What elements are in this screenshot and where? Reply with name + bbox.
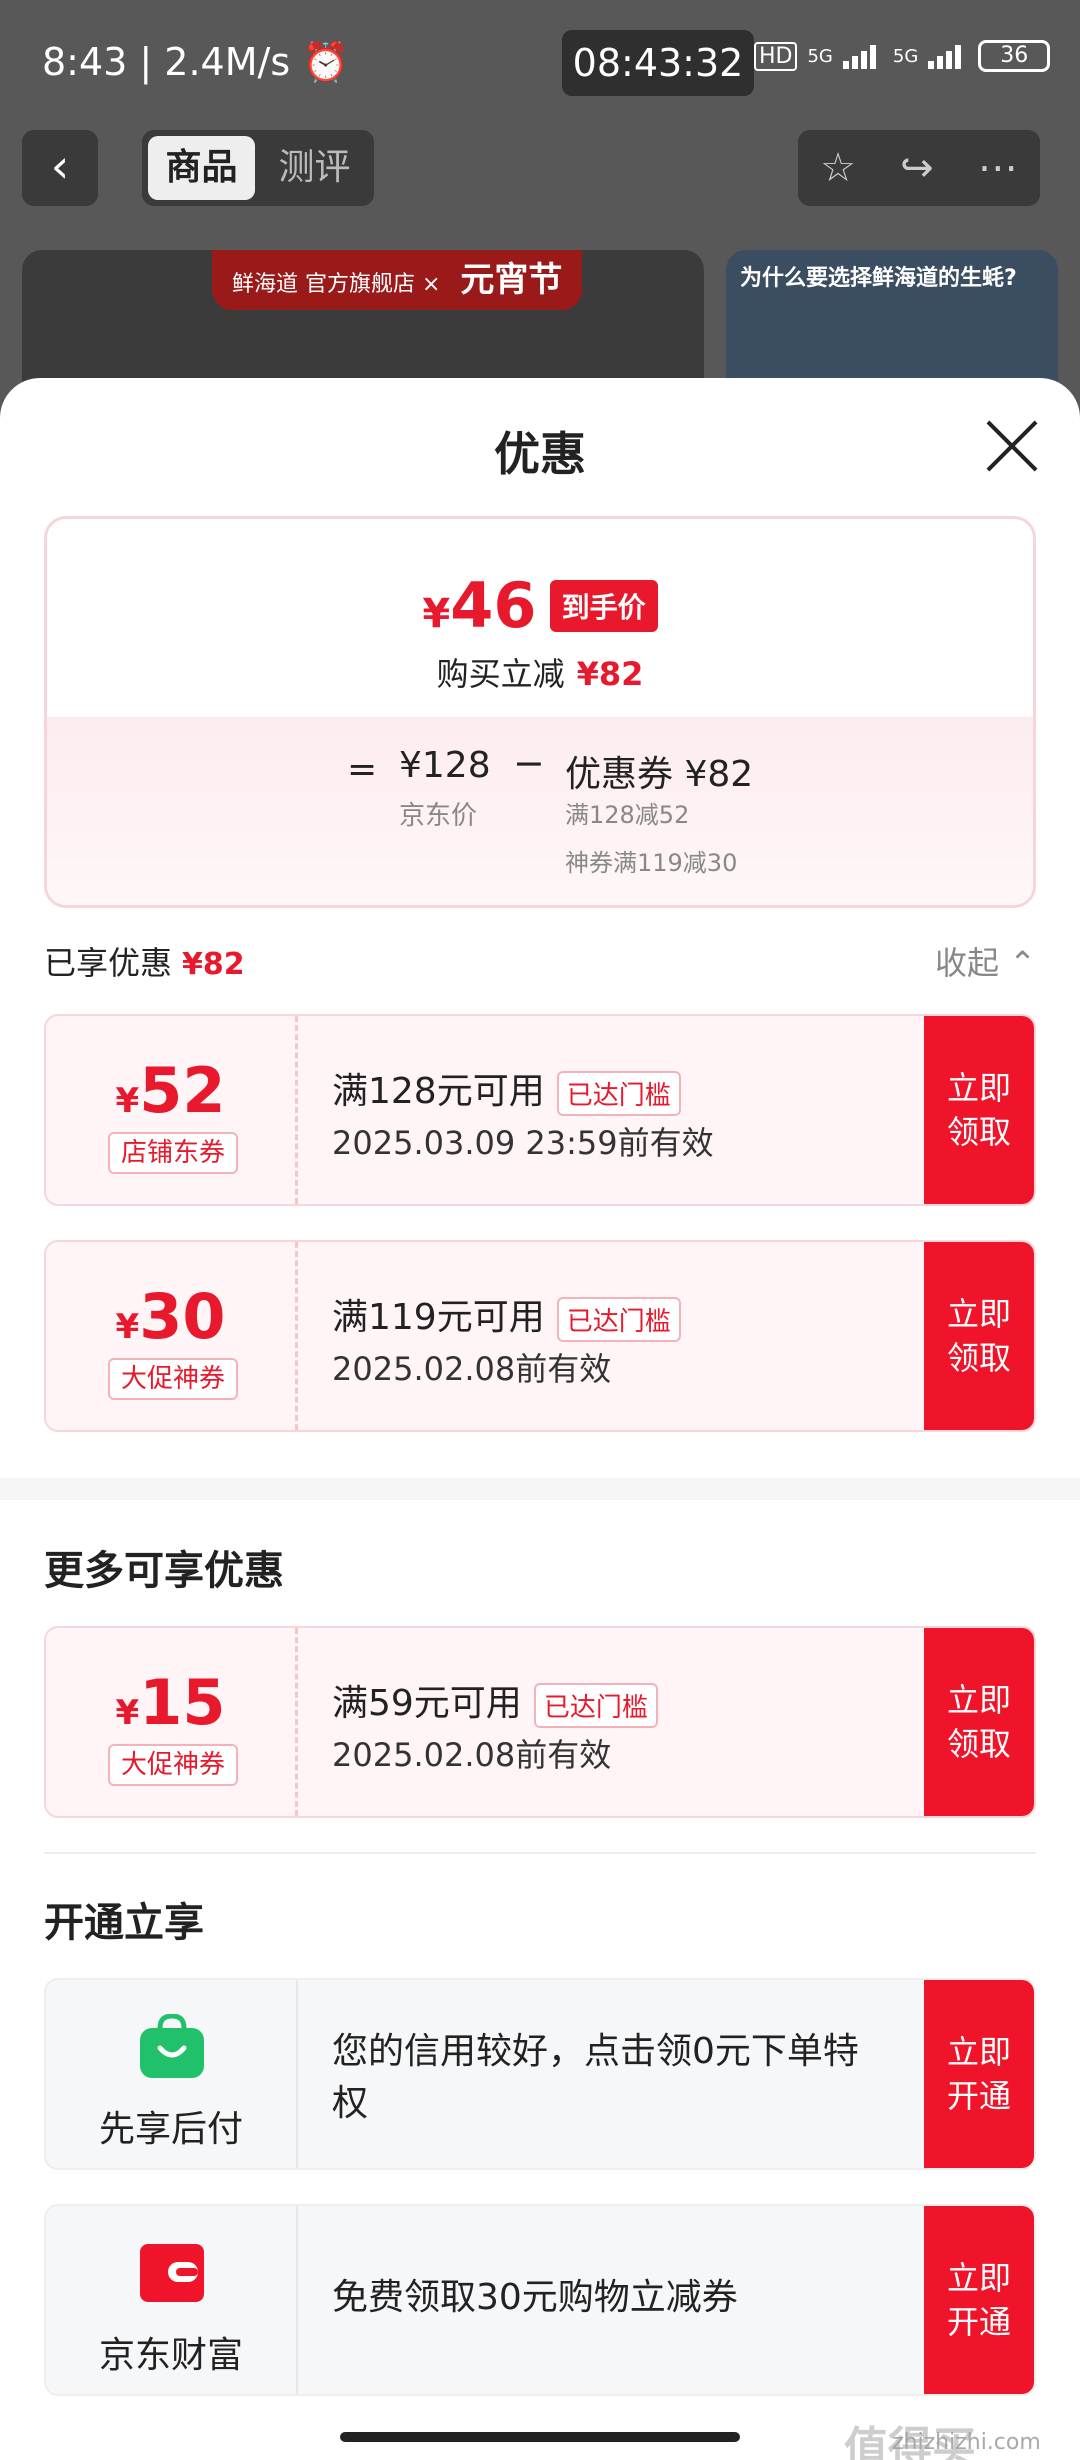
service-card: 京东财富 免费领取30元购物立减券 立即开通	[44, 2204, 1036, 2396]
coupon-detail-1: 满128减52	[565, 801, 690, 829]
network-5g-label: 5G	[807, 45, 833, 67]
coupon-expiry: 2025.02.08前有效	[332, 1736, 612, 1774]
coupon-amount: ¥15	[115, 1666, 226, 1739]
discount-label: 购买立减	[436, 655, 565, 693]
discount-sheet: 优惠 ¥46 到手价 购买立减 ¥82 = ¥128 京东价 − 优惠券 ¥82 …	[0, 378, 1080, 2460]
signal-icon-2	[928, 43, 968, 69]
activate-button[interactable]: 立即开通	[924, 2206, 1034, 2394]
signal-icon	[842, 43, 883, 69]
claim-coupon-button[interactable]: 立即领取	[924, 1242, 1034, 1430]
threshold-badge: 已达门槛	[556, 1296, 681, 1342]
favorite-star-icon[interactable]: ☆	[820, 145, 856, 191]
banner-event: 元宵节	[460, 260, 563, 300]
status-clock: 08:43:32	[562, 30, 754, 96]
price-breakdown: = ¥128 京东价 − 优惠券 ¥82 满128减52 神券满119减30	[47, 717, 1033, 905]
enjoyed-amount: ¥82	[182, 947, 245, 982]
coupon-expiry: 2025.03.09 23:59前有效	[332, 1124, 714, 1162]
coupon-card: ¥52 店铺东券 满128元可用 已达门槛 2025.03.09 23:59前有效…	[44, 1014, 1036, 1206]
more-icon[interactable]: ⋯	[978, 145, 1018, 191]
coupon-type: 店铺东券	[108, 1132, 238, 1174]
final-price-row: ¥46 到手价	[47, 569, 1033, 642]
equals-sign: =	[347, 749, 378, 790]
service-name: 京东财富	[98, 2335, 243, 2376]
coupon-condition: 满119元可用	[332, 1297, 545, 1338]
status-bar: 8:43 | 2.4M/s ⏰ 08:43:32 HD 5G 5G 36	[0, 0, 1080, 130]
banner-ribbon: 鲜海道 官方旗舰店 × 元宵节	[212, 250, 582, 310]
service-card: 先享后付 您的信用较好，点击领0元下单特权 立即开通	[44, 1978, 1036, 2170]
status-left: 8:43 | 2.4M/s ⏰	[42, 40, 350, 84]
final-price: ¥46	[422, 569, 537, 642]
coupon-card: ¥15 大促神券 满59元可用 已达门槛 2025.02.08前有效 立即领取	[44, 1626, 1036, 1818]
banner-brand: 鲜海道 官方旗舰店 ×	[232, 272, 441, 297]
nav-actions: ☆ ↪ ⋯	[798, 130, 1040, 206]
price-summary-card: ¥46 到手价 购买立减 ¥82 = ¥128 京东价 − 优惠券 ¥82 满12…	[44, 516, 1036, 908]
discount-summary: 购买立减 ¥82	[47, 649, 1033, 695]
share-icon[interactable]: ↪	[900, 145, 934, 191]
wallet-icon	[138, 2240, 206, 2306]
service-description: 您的信用较好，点击领0元下单特权	[332, 2031, 859, 2124]
enjoyed-discount-row: 已享优惠 ¥82 收起 ⌃	[44, 938, 1036, 988]
network-5g-label-2: 5G	[892, 45, 919, 67]
coupon-card: ¥30 大促神券 满119元可用 已达门槛 2025.02.08前有效 立即领取	[44, 1240, 1036, 1432]
final-price-tag: 到手价	[549, 579, 658, 632]
coupon-type: 大促神券	[108, 1358, 238, 1400]
service-description: 免费领取30元购物立减券	[332, 2277, 738, 2318]
hd-icon: HD	[754, 41, 798, 71]
battery-icon: 36	[978, 40, 1051, 72]
back-button[interactable]: ‹	[22, 130, 98, 206]
threshold-badge: 已达门槛	[533, 1682, 658, 1728]
discount-amount: ¥82	[576, 655, 644, 693]
coupon-total: 优惠券 ¥82	[565, 754, 754, 795]
close-icon[interactable]	[982, 416, 1042, 476]
tab-reviews[interactable]: 测评	[261, 136, 368, 200]
coupon-condition: 满128元可用	[332, 1071, 545, 1112]
home-indicator[interactable]	[340, 2432, 740, 2442]
collapse-button[interactable]: 收起 ⌃	[935, 938, 1036, 984]
open-benefits-title: 开通立享	[44, 1900, 204, 1946]
tab-product[interactable]: 商品	[148, 136, 255, 200]
shopping-bag-icon	[138, 2013, 206, 2080]
threshold-badge: 已达门槛	[556, 1070, 681, 1116]
coupon-expiry: 2025.02.08前有效	[332, 1350, 612, 1388]
banner-right-title: 为什么要选择鲜海道的生蚝?	[740, 266, 1017, 291]
activate-button[interactable]: 立即开通	[924, 1980, 1034, 2168]
claim-coupon-button[interactable]: 立即领取	[924, 1628, 1034, 1816]
service-name: 先享后付	[98, 2109, 243, 2150]
minus-sign: −	[513, 741, 545, 785]
watermark-url: zhizhizhi.com	[892, 2430, 1041, 2455]
section-divider	[0, 1478, 1080, 1500]
claim-coupon-button[interactable]: 立即领取	[924, 1016, 1034, 1204]
jd-price: ¥128	[399, 745, 491, 786]
coupon-detail-2: 神券满119减30	[565, 849, 738, 877]
coupon-type: 大促神券	[108, 1744, 238, 1786]
divider	[44, 1852, 1036, 1854]
sheet-title: 优惠	[494, 427, 586, 481]
coupon-condition: 满59元可用	[332, 1683, 522, 1724]
more-offers-title: 更多可享优惠	[44, 1548, 284, 1594]
coupon-amount: ¥30	[115, 1280, 226, 1353]
jd-price-label: 京东价	[399, 801, 478, 831]
status-icons: HD 5G 5G 36	[754, 40, 1051, 72]
product-tabs: 商品 测评	[142, 130, 374, 206]
coupon-amount: ¥52	[115, 1054, 226, 1127]
enjoyed-label: 已享优惠	[44, 944, 173, 982]
